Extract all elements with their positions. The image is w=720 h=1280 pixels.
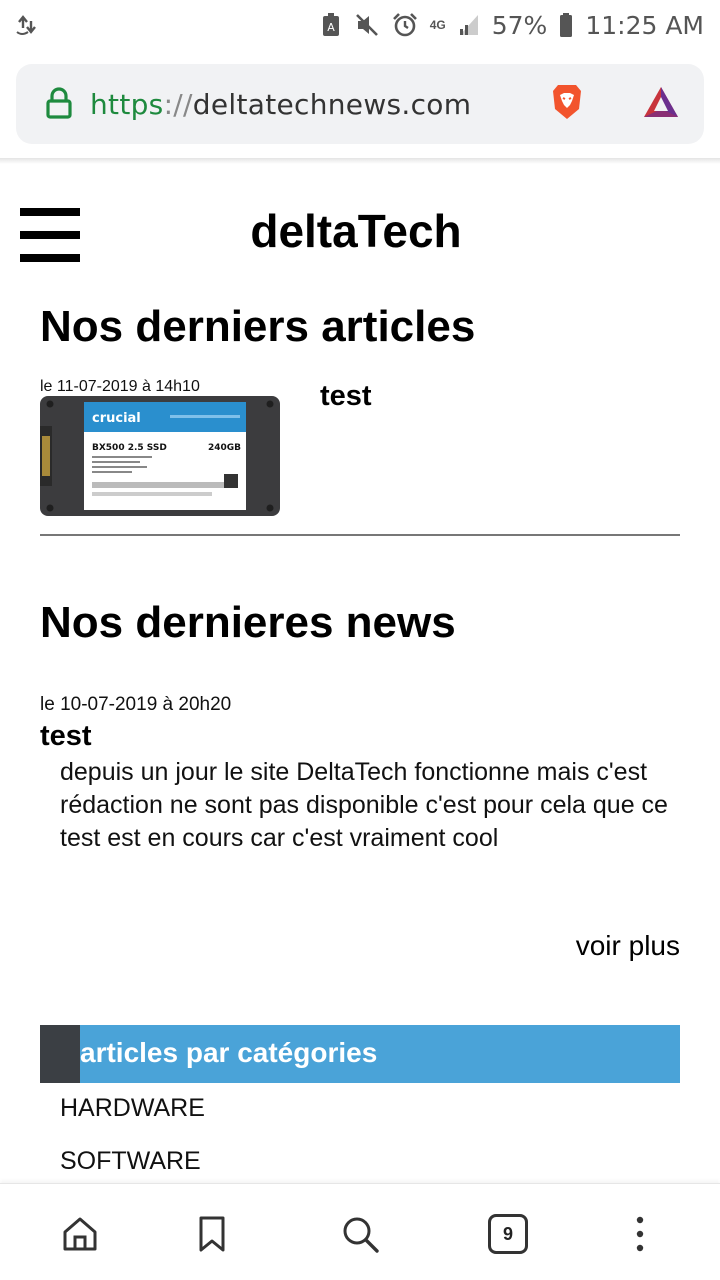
url-separator: :// <box>163 87 193 121</box>
address-bar[interactable]: https://deltatechnews.com <box>16 64 704 144</box>
categories-heading: articles par catégories <box>80 1037 378 1068</box>
svg-text:A: A <box>327 21 335 34</box>
svg-text:crucial: crucial <box>92 411 141 426</box>
brave-rewards-icon[interactable] <box>642 85 680 124</box>
battery-percent: 57% <box>491 10 548 40</box>
article-date: le 11-07-2019 à 14h10 <box>40 378 200 395</box>
network-type: 4G <box>429 17 446 32</box>
more-icon[interactable] <box>618 1212 662 1256</box>
url-text[interactable]: https://deltatechnews.com <box>90 88 550 121</box>
clock: 11:25 AM <box>585 10 704 40</box>
battery-saver-icon: A <box>320 12 342 38</box>
divider <box>40 534 680 536</box>
status-bar: A 4G 57% 11:25 AM <box>0 0 720 50</box>
article-thumbnail[interactable]: crucial BX500 2.5 SSD 240GB <box>40 396 280 516</box>
category-link-hardware[interactable]: HARDWARE <box>60 1094 205 1123</box>
categories-header-accent <box>40 1025 80 1083</box>
bookmark-icon[interactable] <box>190 1212 234 1256</box>
url-scheme: https <box>90 87 164 121</box>
data-transfer-icon <box>14 12 40 38</box>
article-title[interactable]: test <box>320 380 372 413</box>
tab-count: 9 <box>488 1214 528 1254</box>
news-heading: Nos dernieres news <box>40 598 456 647</box>
news-date: le 10-07-2019 à 20h20 <box>40 694 232 715</box>
search-icon[interactable] <box>338 1212 382 1256</box>
categories-header: articles par catégories <box>40 1025 680 1083</box>
news-body: depuis un jour le site DeltaTech fonctio… <box>60 758 668 852</box>
svg-text:BX500 2.5 SSD: BX500 2.5 SSD <box>92 443 167 453</box>
read-more-link[interactable]: voir plus <box>576 930 680 962</box>
tabs-icon[interactable]: 9 <box>486 1212 530 1256</box>
battery-icon <box>559 12 573 38</box>
lock-icon[interactable] <box>44 86 76 122</box>
bottom-toolbar: 9 <box>0 1183 720 1280</box>
home-icon[interactable] <box>58 1212 102 1256</box>
svg-text:240GB: 240GB <box>208 443 241 453</box>
toolbar-shadow <box>0 158 720 164</box>
articles-heading: Nos derniers articles <box>40 302 476 351</box>
news-title[interactable]: test <box>40 720 92 753</box>
signal-icon <box>458 13 480 37</box>
mute-icon <box>354 12 380 38</box>
site-title[interactable]: deltaTech <box>0 204 712 258</box>
brave-shields-icon[interactable] <box>550 83 584 126</box>
url-host: deltatechnews.com <box>192 87 472 121</box>
alarm-icon <box>392 12 418 38</box>
category-link-software[interactable]: SOFTWARE <box>60 1147 201 1176</box>
